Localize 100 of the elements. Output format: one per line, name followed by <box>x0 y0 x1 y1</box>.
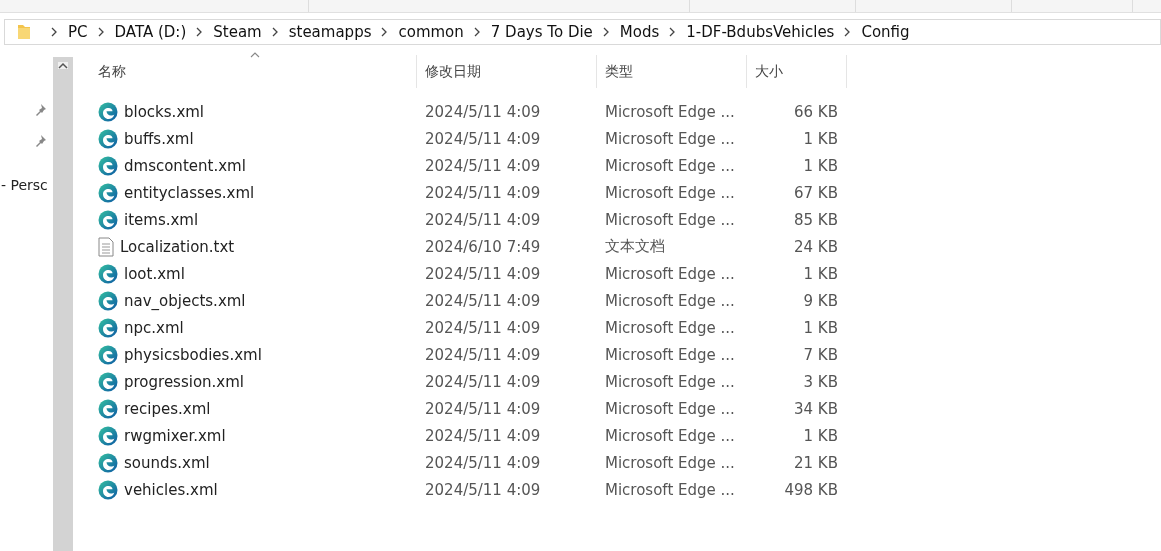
file-size: 7 KB <box>802 345 838 364</box>
address-bar[interactable]: PC DATA (D:) Steam steamapps common 7 Days To Die Mods 1-DF-BdubsVehicles Config <box>4 19 1161 45</box>
scroll-up-icon[interactable] <box>58 62 68 69</box>
file-size: 498 KB <box>783 480 838 499</box>
modified-date: 2024/5/11 4:09 <box>425 183 542 202</box>
file-type: Microsoft Edge ... <box>605 453 736 472</box>
chevron-icon[interactable] <box>51 27 58 37</box>
breadcrumb[interactable]: 7 Days To Die <box>490 23 593 41</box>
file-name[interactable]: npc.xml <box>124 318 184 337</box>
modified-date: 2024/5/11 4:09 <box>425 129 542 148</box>
modified-date: 2024/5/11 4:09 <box>425 399 542 418</box>
file-name[interactable]: progression.xml <box>124 372 245 391</box>
edge-file-icon <box>98 398 118 419</box>
edge-file-icon <box>98 344 118 365</box>
edge-file-icon <box>98 290 118 311</box>
breadcrumb[interactable]: common <box>398 23 464 41</box>
nav-item[interactable]: - Persc <box>1 177 48 193</box>
modified-date: 2024/5/11 4:09 <box>425 318 542 337</box>
file-size: 3 KB <box>802 372 838 391</box>
edge-file-icon <box>98 263 118 284</box>
column-header[interactable]: 类型 <box>597 55 747 88</box>
file-type: Microsoft Edge ... <box>605 210 736 229</box>
file-size: 9 KB <box>802 291 838 310</box>
file-name[interactable]: nav_objects.xml <box>124 291 246 310</box>
modified-date: 2024/5/11 4:09 <box>425 102 542 121</box>
column-header[interactable]: 大小 <box>747 55 847 88</box>
modified-date: 2024/5/11 4:09 <box>425 345 542 364</box>
breadcrumb[interactable]: Steam <box>213 23 262 41</box>
modified-date: 2024/5/11 4:09 <box>425 156 542 175</box>
file-type: Microsoft Edge ... <box>605 156 736 175</box>
file-type: Microsoft Edge ... <box>605 318 736 337</box>
edge-file-icon <box>98 317 118 338</box>
file-name[interactable]: recipes.xml <box>124 399 211 418</box>
modified-date: 2024/5/11 4:09 <box>425 210 542 229</box>
file-name[interactable]: rwgmixer.xml <box>124 426 226 445</box>
file-name[interactable]: sounds.xml <box>124 453 210 472</box>
file-size: 21 KB <box>793 453 838 472</box>
edge-file-icon <box>98 128 118 149</box>
file-name[interactable]: vehicles.xml <box>124 480 218 499</box>
edge-file-icon <box>98 209 118 230</box>
file-name[interactable]: entityclasses.xml <box>124 183 255 202</box>
file-type: Microsoft Edge ... <box>605 129 736 148</box>
file-name[interactable]: buffs.xml <box>124 129 194 148</box>
file-size: 1 KB <box>802 264 838 283</box>
chevron-icon[interactable] <box>271 27 279 37</box>
column-header[interactable]: 名称 <box>98 55 417 88</box>
sort-up-icon <box>250 52 260 58</box>
file-size: 67 KB <box>793 183 838 202</box>
modified-date: 2024/5/11 4:09 <box>425 453 542 472</box>
file-size: 1 KB <box>802 426 838 445</box>
file-type: Microsoft Edge ... <box>605 399 736 418</box>
chevron-icon[interactable] <box>196 27 204 37</box>
edge-file-icon <box>98 479 118 500</box>
chevron-icon[interactable] <box>602 27 610 37</box>
file-size: 1 KB <box>802 129 838 148</box>
file-name[interactable]: dmscontent.xml <box>124 156 246 175</box>
breadcrumb[interactable]: Mods <box>619 23 660 41</box>
text-file-icon <box>98 236 114 257</box>
file-type: Microsoft Edge ... <box>605 426 736 445</box>
breadcrumb[interactable]: Config <box>861 23 910 41</box>
edge-file-icon <box>98 182 118 203</box>
modified-date: 2024/5/11 4:09 <box>425 480 542 499</box>
breadcrumb[interactable]: 1-DF-BdubsVehicles <box>686 23 835 41</box>
modified-date: 2024/5/11 4:09 <box>425 264 542 283</box>
modified-date: 2024/5/11 4:09 <box>425 372 542 391</box>
modified-date: 2024/6/10 7:49 <box>425 237 542 256</box>
file-type: 文本文档 <box>605 237 666 256</box>
chevron-icon[interactable] <box>473 27 481 37</box>
file-size: 34 KB <box>793 399 838 418</box>
breadcrumb[interactable]: PC <box>68 23 88 41</box>
breadcrumb[interactable]: steamapps <box>288 23 372 41</box>
edge-file-icon <box>98 371 118 392</box>
file-name[interactable]: items.xml <box>124 210 199 229</box>
chevron-icon[interactable] <box>844 27 852 37</box>
file-type: Microsoft Edge ... <box>605 183 736 202</box>
modified-date: 2024/5/11 4:09 <box>425 291 542 310</box>
edge-file-icon <box>98 425 118 446</box>
modified-date: 2024/5/11 4:09 <box>425 426 542 445</box>
folder-icon <box>17 24 31 40</box>
chevron-icon[interactable] <box>381 27 389 37</box>
breadcrumb[interactable]: DATA (D:) <box>114 23 187 41</box>
file-name[interactable]: loot.xml <box>124 264 185 283</box>
file-type: Microsoft Edge ... <box>605 264 736 283</box>
pin-icon <box>35 134 47 147</box>
edge-file-icon <box>98 101 118 122</box>
file-name[interactable]: blocks.xml <box>124 102 205 121</box>
file-size: 66 KB <box>793 102 838 121</box>
file-size: 85 KB <box>793 210 838 229</box>
file-size: 1 KB <box>802 156 838 175</box>
column-header[interactable]: 修改日期 <box>417 55 597 88</box>
scrollbar[interactable] <box>53 57 73 551</box>
file-size: 24 KB <box>793 237 838 256</box>
chevron-icon[interactable] <box>669 27 677 37</box>
file-name[interactable]: Localization.txt <box>120 237 235 256</box>
file-type: Microsoft Edge ... <box>605 372 736 391</box>
file-name[interactable]: physicsbodies.xml <box>124 345 262 364</box>
file-type: Microsoft Edge ... <box>605 480 736 499</box>
edge-file-icon <box>98 452 118 473</box>
chevron-icon[interactable] <box>97 27 105 37</box>
file-type: Microsoft Edge ... <box>605 291 736 310</box>
